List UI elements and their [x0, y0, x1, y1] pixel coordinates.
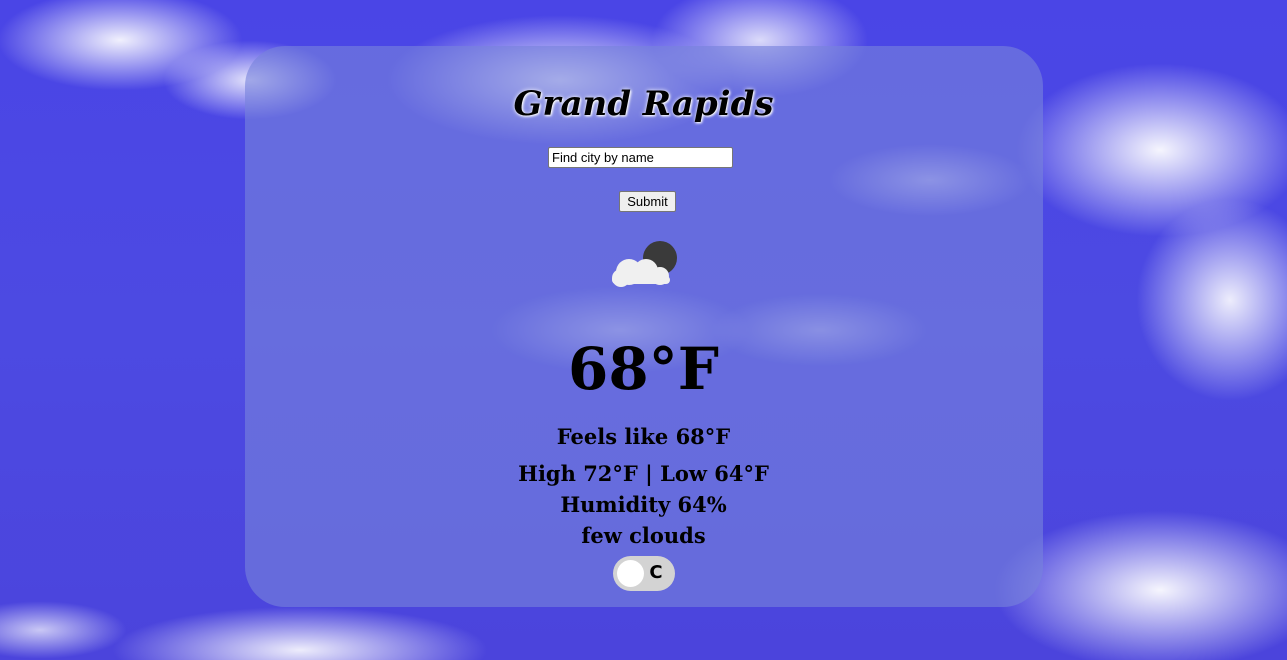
high-low-text: High 72°F | Low 64°F: [518, 461, 769, 486]
toggle-unit-label: C: [649, 562, 663, 583]
unit-toggle-switch[interactable]: C: [613, 556, 675, 591]
submit-button[interactable]: Submit: [619, 191, 676, 212]
weather-description: few clouds: [581, 523, 706, 548]
few-clouds-night-icon: [612, 241, 677, 287]
toggle-knob: [617, 560, 644, 587]
feels-like-text: Feels like 68°F: [556, 424, 731, 449]
current-temperature: 68°F: [568, 335, 719, 403]
humidity-text: Humidity 64%: [560, 492, 727, 517]
city-search-input[interactable]: [548, 147, 733, 168]
city-title: Grand Rapids: [513, 84, 774, 124]
